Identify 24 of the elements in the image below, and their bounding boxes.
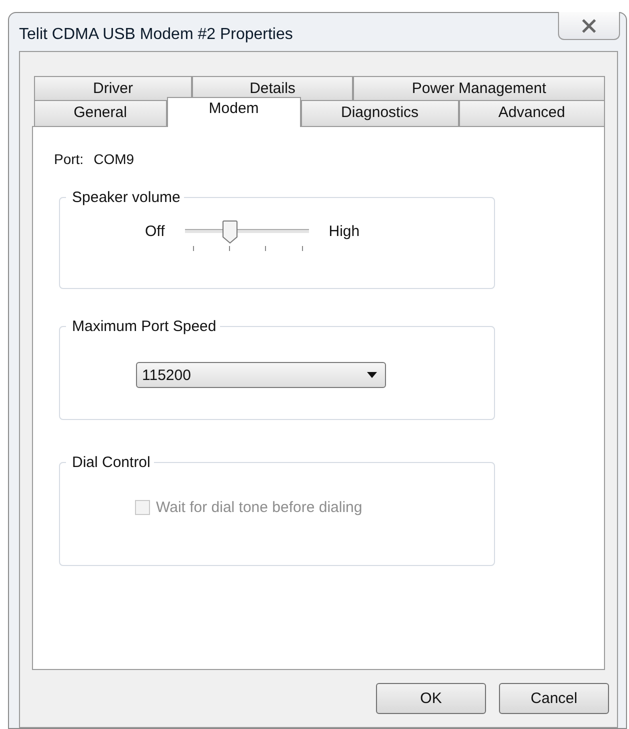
speed-dropdown[interactable]: 115200: [136, 362, 386, 388]
dropdown-caret-icon: [367, 372, 377, 378]
tab[interactable]: General: [34, 100, 167, 126]
tab[interactable]: Power Management: [353, 76, 605, 100]
tab[interactable]: Driver: [34, 76, 192, 100]
dialog-button[interactable]: Cancel: [499, 683, 609, 714]
group-title: Speaker volume: [71, 189, 182, 206]
tab[interactable]: Advanced: [458, 100, 605, 126]
group-title: Dial Control: [71, 454, 152, 471]
tab[interactable]: Diagnostics: [301, 100, 459, 126]
group-title: Maximum Port Speed: [71, 318, 218, 335]
slider-thumb[interactable]: [222, 220, 238, 244]
port-label: Port:: [54, 151, 84, 167]
window-title: Telit CDMA USB Modem #2 Properties: [19, 26, 293, 44]
tab[interactable]: Details: [192, 76, 353, 100]
volume-slider[interactable]: [184, 220, 309, 250]
checkbox-label: Wait for dial tone before dialing: [156, 499, 362, 516]
slider-min-label: Off: [145, 223, 165, 240]
slider-max-label: High: [328, 223, 360, 240]
dialog-button[interactable]: OK: [376, 683, 486, 714]
tab[interactable]: Modem: [166, 97, 302, 127]
close-button[interactable]: [558, 12, 620, 40]
port-value: COM9: [94, 151, 134, 167]
close-icon: [581, 18, 597, 32]
